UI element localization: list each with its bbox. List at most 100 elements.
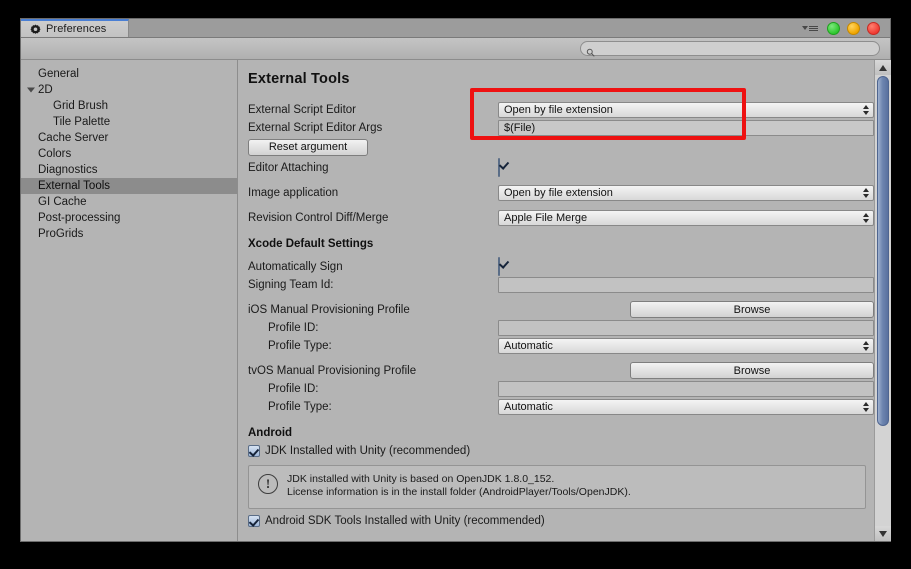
xcode-section-title: Xcode Default Settings	[248, 238, 874, 250]
panel-menu-icon[interactable]	[802, 23, 820, 34]
android-sdk-label: Android SDK Tools Installed with Unity (…	[265, 515, 545, 527]
signing-team-id-input[interactable]	[498, 277, 874, 293]
ios-profile-id-input[interactable]	[498, 320, 874, 336]
jdk-installed-label: JDK Installed with Unity (recommended)	[265, 445, 470, 457]
row-revision-control: Revision Control Diff/Merge Apple File M…	[248, 209, 874, 227]
external-script-editor-dropdown[interactable]: Open by file extension	[498, 102, 874, 118]
chevron-updown-icon	[860, 186, 871, 200]
sidebar-item-label: ProGrids	[38, 228, 83, 240]
ios-provisioning-label: iOS Manual Provisioning Profile	[248, 304, 498, 316]
row-android-sdk: Android SDK Tools Installed with Unity (…	[248, 513, 874, 530]
sidebar-item-tile-palette[interactable]: Tile Palette	[21, 114, 237, 130]
jdk-info-line1: JDK installed with Unity is based on Ope…	[287, 473, 554, 485]
editor-attaching-checkbox[interactable]	[498, 158, 500, 177]
scrollbar-track[interactable]	[875, 75, 891, 526]
ios-profile-type-label: Profile Type:	[248, 340, 498, 352]
tvos-profile-type-value: Automatic	[504, 401, 860, 413]
tvos-profile-id-label: Profile ID:	[248, 383, 498, 395]
tvos-profile-id-input[interactable]	[498, 381, 874, 397]
automatically-sign-checkbox[interactable]	[498, 257, 500, 276]
row-image-application: Image application Open by file extension	[248, 184, 874, 202]
jdk-info-line2: License information is in the install fo…	[287, 486, 631, 498]
external-script-editor-label: External Script Editor	[248, 104, 498, 116]
sidebar-item-grid-brush[interactable]: Grid Brush	[21, 98, 237, 114]
jdk-installed-checkbox[interactable]	[248, 445, 260, 457]
row-signing-team-id: Signing Team Id:	[248, 276, 874, 294]
external-script-editor-value: Open by file extension	[504, 104, 860, 116]
tvos-provisioning-label: tvOS Manual Provisioning Profile	[248, 365, 498, 377]
ios-profile-type-dropdown[interactable]: Automatic	[498, 338, 874, 354]
preferences-body: General 2D Grid Brush Tile Palette Cache Ser…	[21, 60, 890, 541]
minimize-button[interactable]	[827, 22, 840, 35]
sidebar-item-general[interactable]: General	[21, 66, 237, 82]
row-ios-provisioning: iOS Manual Provisioning Profile Browse	[248, 301, 874, 319]
row-ios-profile-id: Profile ID:	[248, 319, 874, 337]
vertical-scrollbar[interactable]	[874, 60, 890, 541]
chevron-updown-icon	[860, 103, 871, 117]
external-script-editor-args-label: External Script Editor Args	[248, 122, 498, 134]
sidebar-item-colors[interactable]: Colors	[21, 146, 237, 162]
page-title: External Tools	[248, 71, 874, 87]
foldout-triangle-icon[interactable]	[27, 88, 35, 93]
sidebar-item-label: Cache Server	[38, 132, 108, 144]
android-sdk-checkbox[interactable]	[248, 515, 260, 527]
chevron-updown-icon	[860, 339, 871, 353]
content-wrapper: External Tools External Script Editor Op…	[238, 60, 890, 541]
row-external-script-editor: External Script Editor Open by file exte…	[248, 101, 874, 119]
automatically-sign-label: Automatically Sign	[248, 261, 498, 273]
row-editor-attaching: Editor Attaching	[248, 159, 874, 177]
scroll-up-button[interactable]	[875, 60, 891, 75]
jdk-info-box: ! JDK installed with Unity is based on O…	[248, 465, 866, 509]
image-application-label: Image application	[248, 187, 498, 199]
editor-attaching-label: Editor Attaching	[248, 162, 498, 174]
sidebar-item-cache-server[interactable]: Cache Server	[21, 130, 237, 146]
preferences-window: Preferences General2DGrid	[20, 18, 891, 542]
zoom-button[interactable]	[847, 22, 860, 35]
sidebar-item-post-processing[interactable]: Post-processing	[21, 210, 237, 226]
sidebar-item-label: Grid Brush	[53, 100, 108, 112]
tabbar-spacer	[129, 19, 802, 37]
tab-preferences[interactable]: Preferences	[21, 19, 129, 37]
revision-control-dropdown[interactable]: Apple File Merge	[498, 210, 874, 226]
ios-browse-button[interactable]: Browse	[630, 301, 874, 318]
external-tools-panel: External Tools External Script Editor Op…	[238, 60, 874, 541]
row-jdk-installed: JDK Installed with Unity (recommended)	[248, 443, 874, 460]
scroll-down-button[interactable]	[875, 526, 891, 541]
image-application-dropdown[interactable]: Open by file extension	[498, 185, 874, 201]
tab-label: Preferences	[46, 23, 106, 35]
image-application-value: Open by file extension	[504, 187, 860, 199]
close-button[interactable]	[867, 22, 880, 35]
revision-control-value: Apple File Merge	[504, 212, 860, 224]
tvos-browse-button[interactable]: Browse	[630, 362, 874, 379]
ios-profile-id-label: Profile ID:	[248, 322, 498, 334]
search-field[interactable]	[580, 41, 880, 56]
sidebar-item-external-tools[interactable]: External Tools	[21, 178, 237, 194]
sidebar-item-label: Post-processing	[38, 212, 120, 224]
row-reset-argument: Reset argument	[248, 137, 874, 159]
tvos-profile-type-label: Profile Type:	[248, 401, 498, 413]
ios-profile-type-value: Automatic	[504, 340, 860, 352]
sidebar-item-gi-cache[interactable]: GI Cache	[21, 194, 237, 210]
signing-team-id-label: Signing Team Id:	[248, 279, 498, 291]
sidebar-item-progrids[interactable]: ProGrids	[21, 226, 237, 242]
android-section-title: Android	[248, 427, 874, 439]
row-external-script-editor-args: External Script Editor Args $(File)	[248, 119, 874, 137]
gear-icon	[30, 24, 41, 35]
scrollbar-thumb[interactable]	[877, 76, 889, 426]
search-icon	[586, 44, 595, 53]
external-script-editor-args-input[interactable]: $(File)	[498, 120, 874, 136]
window-controls	[802, 19, 890, 37]
tvos-profile-type-dropdown[interactable]: Automatic	[498, 399, 874, 415]
reset-argument-button[interactable]: Reset argument	[248, 139, 368, 156]
window-tabbar: Preferences	[21, 19, 890, 38]
sidebar-item-diagnostics[interactable]: Diagnostics	[21, 162, 237, 178]
revision-control-label: Revision Control Diff/Merge	[248, 212, 498, 224]
sidebar-item-2d[interactable]: 2D	[21, 82, 237, 98]
sidebar-item-label: Colors	[38, 148, 71, 160]
sidebar-item-label: General	[38, 68, 79, 80]
row-ios-profile-type: Profile Type: Automatic	[248, 337, 874, 355]
sidebar-item-label: Tile Palette	[53, 116, 110, 128]
search-input[interactable]	[598, 42, 879, 55]
preferences-toolbar	[21, 38, 890, 60]
row-tvos-profile-type: Profile Type: Automatic	[248, 398, 874, 416]
